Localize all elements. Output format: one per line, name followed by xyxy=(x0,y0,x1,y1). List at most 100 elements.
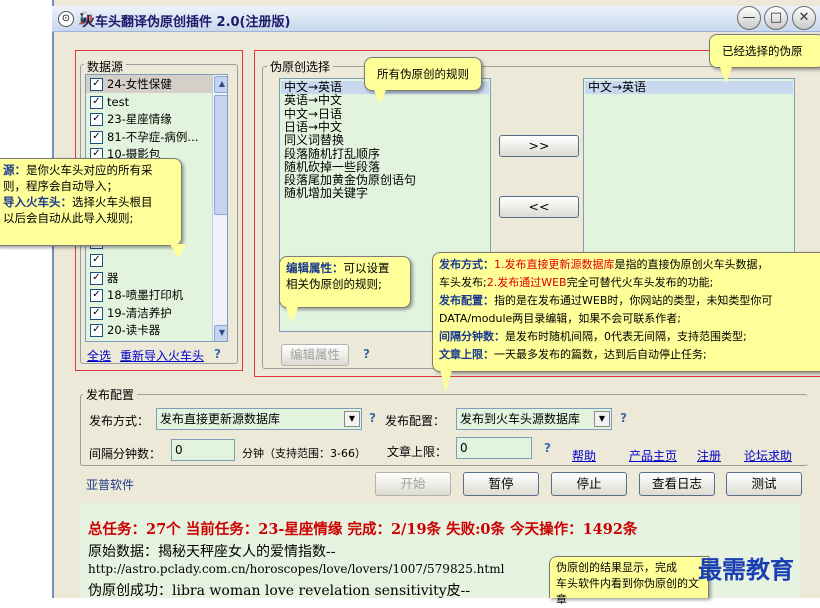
tooltip-tail xyxy=(374,90,386,104)
tooltip-text: 选择火车头根目 xyxy=(72,195,153,209)
rule-item[interactable]: 同义词替换 xyxy=(284,134,344,147)
tooltip-text: 以后会自动从此导入规则; xyxy=(3,211,134,225)
checkbox[interactable]: ✓ xyxy=(90,130,103,144)
scroll-thumb[interactable] xyxy=(214,95,227,215)
tooltip-tail xyxy=(286,307,298,323)
scroll-up-icon[interactable]: ▲ xyxy=(214,76,227,93)
datasource-scrollbar[interactable]: ▲ ▼ xyxy=(212,75,227,341)
select-all-link[interactable]: 全选 xyxy=(87,347,111,364)
datasource-title: 数据源 xyxy=(84,58,127,75)
publish-tooltip: 发布方式：1.发布直接更新源数据库是指的直接伪原创火车头数据， 车头发布;2.发… xyxy=(432,252,820,372)
window-title: 火车头翻译伪原创插件 2.0(注册版) xyxy=(82,15,291,30)
datasource-help-icon[interactable]: ? xyxy=(214,347,221,361)
result-url: http://astro.pclady.com.cn/horoscopes/lo… xyxy=(88,562,505,576)
datasource-item[interactable]: ✓ 19-清洁养护 xyxy=(90,305,172,322)
datasource-item-label: 20-读卡器 xyxy=(107,323,161,338)
tooltip-text: 伪原创的结果显示，完成 xyxy=(556,561,677,574)
tooltip-text: 完全可替代火车头发布的功能; xyxy=(566,276,714,289)
chevron-down-icon[interactable]: ▼ xyxy=(594,411,610,427)
test-button[interactable]: 测试 xyxy=(726,472,802,496)
rule-item[interactable]: 英语→中文 xyxy=(284,94,342,107)
add-rule-button[interactable]: >> xyxy=(499,135,579,157)
all-rules-tooltip: 所有伪原创的规则 xyxy=(364,57,482,91)
brand-label: 亚普软件 xyxy=(86,478,135,492)
datasource-item[interactable]: ✓ xyxy=(90,252,107,269)
start-button[interactable]: 开始 xyxy=(375,472,451,496)
checkbox[interactable]: ✓ xyxy=(90,306,103,320)
tooltip-tail xyxy=(720,67,732,83)
scroll-down-icon[interactable]: ▼ xyxy=(214,325,227,341)
system-menu-icon[interactable]: ⊙ xyxy=(58,11,74,27)
tooltip-text: 指的是在发布通过WEB时，你网站的类型，未知类型你可 xyxy=(494,294,773,307)
datasource-item-label: test xyxy=(107,94,130,109)
checkbox[interactable]: ✓ xyxy=(90,254,103,267)
publish-method-select[interactable]: 发布直接更新源数据库 ▼ xyxy=(156,408,362,430)
tooltip-text: 文章上限： xyxy=(439,348,494,361)
publish-method-help-icon[interactable]: ? xyxy=(369,411,376,425)
tooltip-text: 是发布时随机间隔，0代表无间隔，支持范围类型; xyxy=(505,330,747,343)
datasource-item[interactable]: ✓ 器 xyxy=(90,270,119,287)
chevron-down-icon[interactable]: ▼ xyxy=(344,411,360,427)
limit-input[interactable]: 0 xyxy=(456,437,532,459)
datasource-item-label: 器 xyxy=(107,270,119,285)
publish-config-value: 发布到火车头源数据库 xyxy=(460,412,581,426)
result-original: 原始数据：揭秘天秤座女人的爱情指数-- xyxy=(88,544,336,560)
publish-config-label: 发布配置： xyxy=(385,414,446,428)
tooltip-text: 发布方式： xyxy=(439,258,494,271)
rule-item[interactable]: 段落随机打乱顺序 xyxy=(284,147,380,161)
rule-item[interactable]: 中文→英语 xyxy=(585,81,793,94)
publish-method-value: 发布直接更新源数据库 xyxy=(160,412,281,426)
maximize-icon[interactable]: □ xyxy=(764,6,788,30)
checkbox[interactable]: ✓ xyxy=(90,271,103,285)
pause-button[interactable]: 暂停 xyxy=(463,472,539,496)
view-log-button[interactable]: 查看日志 xyxy=(639,472,715,496)
checkbox[interactable]: ✓ xyxy=(90,113,103,127)
reimport-link[interactable]: 重新导入火车头 xyxy=(120,347,204,364)
stop-button[interactable]: 停止 xyxy=(551,472,627,496)
tooltip-text: 是指的直接伪原创火车头数据， xyxy=(614,258,769,271)
rules-help-icon[interactable]: ? xyxy=(363,347,370,361)
datasource-item[interactable]: ✓ 81-不孕症-病例... xyxy=(90,129,198,146)
forum-help-link[interactable]: 论坛求助 xyxy=(744,447,792,464)
register-link[interactable]: 注册 xyxy=(697,447,721,464)
checkbox[interactable]: ✓ xyxy=(90,289,103,303)
selected-rules-tooltip: 已经选择的伪原 xyxy=(709,34,820,68)
datasource-item[interactable]: ✓ 24-女性保健 xyxy=(90,76,172,93)
tooltip-text: 可以设置 xyxy=(343,261,390,275)
interval-unit-label: 分钟（支持范围：3-66） xyxy=(242,447,366,460)
interval-input[interactable]: 0 xyxy=(171,439,235,461)
rule-item[interactable]: 随机砍掉一些段落 xyxy=(284,160,380,174)
tooltip-tail xyxy=(440,370,452,392)
datasource-item[interactable]: ✓ 23-星座情缘 xyxy=(90,111,172,128)
tooltip-text: 是你火车头对应的所有采 xyxy=(26,163,153,177)
rule-item[interactable]: 中文→日语 xyxy=(284,107,342,121)
result-tooltip: 伪原创的结果显示，完成 车头软件内看到你伪原创的文章 xyxy=(549,556,709,606)
publish-title: 发布配置 xyxy=(83,386,138,403)
rule-item[interactable]: 随机增加关键字 xyxy=(284,187,368,200)
minimize-icon[interactable]: — xyxy=(737,6,761,30)
checkbox[interactable]: ✓ xyxy=(90,95,103,109)
datasource-item[interactable]: ✓ 20-读卡器 xyxy=(90,322,160,339)
tooltip-text: 相关伪原创的规则; xyxy=(286,277,382,291)
interval-label: 间隔分钟数： xyxy=(89,447,162,461)
rule-item[interactable]: 日语→中文 xyxy=(284,120,342,134)
result-summary: 总任务：27个 当前任务：23-星座情缘 完成：2/19条 失败:0条 今天操作… xyxy=(88,521,638,538)
product-home-link[interactable]: 产品主页 xyxy=(629,447,677,464)
checkbox[interactable]: ✓ xyxy=(90,324,103,338)
datasource-item-label: 81-不孕症-病例... xyxy=(107,129,199,144)
help-link[interactable]: 帮助 xyxy=(572,447,596,464)
edit-properties-tooltip: 编辑属性：可以设置 相关伪原创的规则; xyxy=(279,256,411,308)
remove-rule-button[interactable]: << xyxy=(499,196,579,218)
tooltip-text: 一天最多发布的篇数，达到后自动停止任务; xyxy=(494,348,707,361)
publish-config-help-icon[interactable]: ? xyxy=(620,411,627,425)
datasource-item-label: 18-喷墨打印机 xyxy=(107,288,184,303)
close-icon[interactable]: ✕ xyxy=(792,6,816,30)
checkbox[interactable]: ✓ xyxy=(90,78,103,91)
tooltip-text: 间隔分钟数： xyxy=(439,330,505,343)
datasource-item[interactable]: ✓ 18-喷墨打印机 xyxy=(90,287,183,304)
datasource-item[interactable]: ✓ test xyxy=(90,94,129,111)
limit-help-icon[interactable]: ? xyxy=(544,441,551,455)
edit-properties-button[interactable]: 编辑属性 xyxy=(281,344,349,366)
publish-method-label: 发布方式： xyxy=(89,414,150,428)
publish-config-select[interactable]: 发布到火车头源数据库 ▼ xyxy=(456,408,612,430)
